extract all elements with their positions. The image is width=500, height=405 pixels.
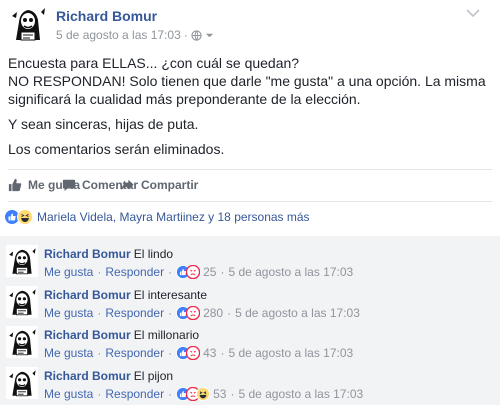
comment-reaction-count[interactable]: 25 bbox=[203, 265, 216, 279]
separator: · bbox=[168, 387, 173, 401]
separator: · bbox=[227, 306, 232, 320]
comment-text: El interesante bbox=[133, 288, 208, 302]
comment-reaction-count[interactable]: 53 bbox=[213, 387, 226, 401]
divider bbox=[8, 201, 492, 202]
angry-icon bbox=[186, 306, 201, 320]
post-author-name[interactable]: Richard Bomur bbox=[56, 8, 157, 24]
comment-reply-button[interactable]: Responder bbox=[105, 265, 164, 279]
comment-item: Richard Bomur El millonario Me gusta · Re… bbox=[6, 320, 496, 360]
comment-text: El lindo bbox=[133, 247, 174, 261]
angry-icon bbox=[186, 346, 201, 360]
comment-reactions[interactable] bbox=[176, 387, 211, 401]
comment-timestamp[interactable]: 5 de agosto a las 17:03 bbox=[235, 306, 360, 320]
separator: · bbox=[97, 306, 102, 320]
comment-reactions[interactable] bbox=[176, 306, 201, 320]
separator: · bbox=[97, 346, 102, 360]
separator: · bbox=[168, 306, 173, 320]
author-avatar[interactable] bbox=[8, 4, 48, 44]
separator: · bbox=[97, 387, 102, 401]
comment-reaction-count[interactable]: 43 bbox=[203, 346, 216, 360]
separator: · bbox=[220, 265, 225, 279]
post-text-line: Encuesta para ELLAS... ¿con cuál se qued… bbox=[8, 55, 486, 107]
comment-icon bbox=[62, 179, 76, 192]
post-text-line: Y sean sinceras, hijas de puta. bbox=[8, 116, 199, 132]
comment-button[interactable]: Comentar bbox=[62, 165, 500, 205]
separator: · bbox=[168, 346, 173, 360]
haha-icon bbox=[196, 387, 211, 401]
post-header: Richard Bomur 5 de agosto a las 17:03 · bbox=[4, 2, 494, 46]
meta-separator: · bbox=[183, 28, 188, 42]
post-text-line: Los comentarios serán eliminados. bbox=[8, 141, 225, 157]
comment-item: Richard Bomur El interesante Me gusta · R… bbox=[6, 280, 496, 320]
comment-reply-button[interactable]: Responder bbox=[105, 387, 164, 401]
comment-like-button[interactable]: Me gusta bbox=[44, 387, 93, 401]
comment-avatar[interactable] bbox=[6, 367, 38, 399]
separator: · bbox=[230, 387, 235, 401]
comment-author[interactable]: Richard Bomur bbox=[44, 288, 131, 302]
comment-reactions[interactable] bbox=[176, 265, 201, 279]
haha-reaction-icon bbox=[17, 209, 33, 225]
comment-author[interactable]: Richard Bomur bbox=[44, 247, 131, 261]
post-body: Encuesta para ELLAS... ¿con cuál se qued… bbox=[8, 54, 492, 165]
comment-avatar[interactable] bbox=[6, 286, 38, 318]
comment-like-button[interactable]: Me gusta bbox=[44, 306, 93, 320]
globe-icon[interactable] bbox=[191, 29, 202, 41]
caret-down-icon[interactable] bbox=[205, 31, 214, 40]
separator: · bbox=[220, 346, 225, 360]
reactions-summary-text: Mariela Videla, Mayra Martiinez y 18 per… bbox=[37, 210, 310, 224]
post-options-chevron-icon[interactable] bbox=[466, 8, 480, 18]
post-actions: Me gusta Comentar Compartir bbox=[8, 172, 492, 198]
comment-avatar[interactable] bbox=[6, 326, 38, 358]
post-meta: 5 de agosto a las 17:03 · bbox=[56, 28, 214, 42]
comment-text: El pijon bbox=[133, 369, 174, 383]
comment-avatar[interactable] bbox=[6, 245, 38, 277]
comment-item: Richard Bomur El lindo Me gusta · Respond… bbox=[6, 239, 496, 279]
comment-reply-button[interactable]: Responder bbox=[105, 346, 164, 360]
comments-section: Richard Bomur El lindo Me gusta · Respond… bbox=[0, 236, 500, 405]
comment-like-button[interactable]: Me gusta bbox=[44, 346, 93, 360]
comment-timestamp[interactable]: 5 de agosto a las 17:03 bbox=[238, 387, 363, 401]
comment-timestamp[interactable]: 5 de agosto a las 17:03 bbox=[228, 265, 353, 279]
post-timestamp[interactable]: 5 de agosto a las 17:03 bbox=[56, 28, 181, 42]
reactions-summary[interactable]: Mariela Videla, Mayra Martiinez y 18 per… bbox=[4, 206, 310, 228]
comment-author[interactable]: Richard Bomur bbox=[44, 369, 131, 383]
separator: · bbox=[168, 265, 173, 279]
comment-like-button[interactable]: Me gusta bbox=[44, 265, 93, 279]
comment-reply-button[interactable]: Responder bbox=[105, 306, 164, 320]
comment-timestamp[interactable]: 5 de agosto a las 17:03 bbox=[228, 346, 353, 360]
comment-text: El millonario bbox=[133, 328, 200, 342]
comment-item: Richard Bomur El pijon Me gusta · Respond… bbox=[6, 361, 496, 401]
thumbs-up-icon bbox=[8, 178, 22, 192]
comment-author[interactable]: Richard Bomur bbox=[44, 328, 131, 342]
angry-icon bbox=[186, 265, 201, 279]
comment-label: Comentar bbox=[82, 178, 139, 192]
comment-reactions[interactable] bbox=[176, 346, 201, 360]
comment-reaction-count[interactable]: 280 bbox=[203, 306, 223, 320]
separator: · bbox=[97, 265, 102, 279]
